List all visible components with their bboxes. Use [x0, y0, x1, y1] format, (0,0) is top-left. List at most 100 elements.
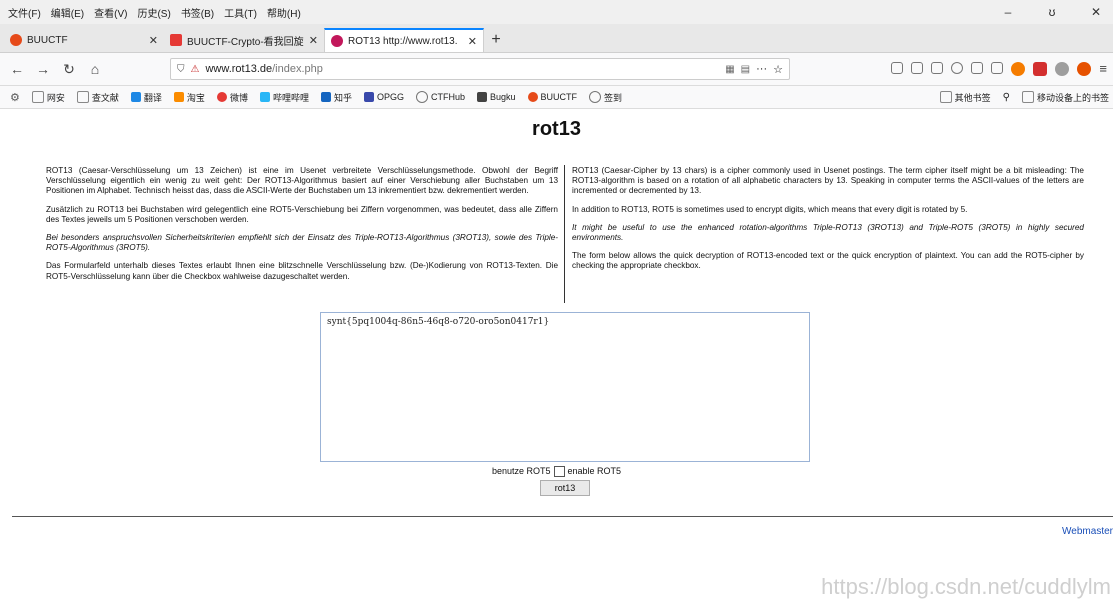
bookmark-item[interactable]: 知乎: [320, 91, 352, 104]
firefox-icon[interactable]: [1077, 62, 1092, 76]
footer-divider: [12, 516, 1113, 517]
bookmark-item[interactable]: 哔哩哔哩: [259, 91, 309, 104]
bookmark-item[interactable]: 翻译: [130, 91, 162, 104]
paragraph: ROT13 (Caesar-Verschlüsselung um 13 Zeic…: [46, 166, 558, 196]
download-icon[interactable]: [891, 62, 904, 74]
restore-button[interactable]: ʊ: [1035, 5, 1069, 19]
shield-icon[interactable]: ⛉: [177, 64, 185, 75]
tab-buuctf[interactable]: BUUCTF ✕: [4, 28, 164, 52]
navigation-bar: ← → ↻ ⌂ ⛉ ⚠ www.rot13.de/index.php ▦ ▤ ·…: [0, 53, 1113, 86]
other-bookmarks[interactable]: 其他书签: [939, 91, 991, 104]
back-icon[interactable]: ←: [6, 61, 28, 77]
tab-title: BUUCTF-Crypto-看我回旋踢: [187, 36, 304, 48]
weibo-icon: [216, 92, 227, 102]
menu-icon[interactable]: ≡: [1099, 62, 1107, 76]
menu-tools[interactable]: 工具(T): [224, 5, 257, 20]
bookmark-item[interactable]: Bugku: [477, 92, 516, 102]
mobile-bookmarks-divider-icon: ⚲: [1002, 91, 1010, 103]
bookmark-item[interactable]: 查文献: [76, 91, 119, 104]
reader-view-icon[interactable]: ▤: [741, 64, 750, 75]
folder-icon: [939, 91, 952, 103]
settings-gear-icon[interactable]: ⚙: [10, 91, 20, 104]
tab-close-icon[interactable]: ✕: [149, 34, 158, 47]
sync-icon[interactable]: [951, 62, 964, 74]
csdn-favicon-icon: [170, 34, 182, 46]
bookmark-label: 微博: [229, 92, 248, 103]
bookmark-label: 签到: [604, 92, 623, 103]
bookmark-label: 查文献: [91, 92, 119, 103]
bookmark-item[interactable]: 淘宝: [173, 91, 205, 104]
folder-icon: [31, 91, 44, 103]
paragraph: The form below allows the quick decrypti…: [572, 251, 1084, 271]
orange-extension-icon[interactable]: [1011, 62, 1026, 76]
bookmarks-bar: ⚙ 网安 查文献 翻译 淘宝 微博 哔哩哔哩 知乎 OPGG CTFHub Bu…: [0, 86, 1113, 109]
url-host: www.rot13.de: [205, 63, 273, 75]
lock-icon[interactable]: ⚠: [191, 64, 200, 75]
menu-view[interactable]: 查看(V): [94, 5, 127, 20]
close-window-button[interactable]: ✕: [1079, 5, 1113, 19]
english-description: ROT13 (Caesar-Cipher by 13 chars) is a c…: [572, 166, 1084, 280]
bookmark-item[interactable]: 微博: [216, 91, 248, 104]
menu-help[interactable]: 帮助(H): [267, 5, 301, 20]
bilibili-icon: [259, 92, 270, 102]
minimize-button[interactable]: –: [991, 5, 1025, 19]
tab-close-icon[interactable]: ✕: [468, 35, 477, 48]
bugku-icon: [477, 92, 488, 102]
bookmark-item[interactable]: CTFHub: [416, 91, 465, 103]
menu-bookmarks[interactable]: 书签(B): [181, 5, 214, 20]
bookmark-label: 网安: [46, 92, 65, 103]
paragraph: ROT13 (Caesar-Cipher by 13 chars) is a c…: [572, 166, 1084, 196]
library-icon[interactable]: [911, 62, 924, 74]
grey-extension-icon[interactable]: [1055, 62, 1070, 76]
paragraph: It might be useful to use the enhanced r…: [572, 222, 1084, 243]
bookmark-item[interactable]: 网安: [31, 91, 65, 104]
screenshot-icon[interactable]: [971, 62, 984, 74]
back-arrow-icon[interactable]: [991, 62, 1004, 74]
bookmark-item[interactable]: 签到: [589, 91, 622, 104]
red-extension-icon[interactable]: [1033, 62, 1048, 76]
page-content: rot13 ROT13 (Caesar-Verschlüsselung um 1…: [0, 110, 1113, 614]
bookmark-label: 淘宝: [186, 92, 205, 103]
page-actions-icon[interactable]: ···: [756, 63, 767, 75]
ctfhub-icon: [416, 91, 428, 103]
forward-icon[interactable]: →: [32, 61, 54, 77]
buuctf-favicon-icon: [10, 34, 22, 46]
rot5-label-en: enable ROT5: [567, 466, 622, 476]
tab-buuctf-crypto[interactable]: BUUCTF-Crypto-看我回旋踢 ✕: [164, 28, 324, 52]
rot13-button[interactable]: rot13: [540, 480, 590, 496]
tab-title: BUUCTF: [27, 34, 68, 46]
globe-icon: [589, 91, 602, 103]
paragraph: Zusätzlich zu ROT13 bei Buchstaben wird …: [46, 204, 558, 224]
tab-bar: BUUCTF ✕ BUUCTF-Crypto-看我回旋踢 ✕ ROT13 htt…: [0, 24, 1113, 53]
menu-file[interactable]: 文件(F): [8, 5, 41, 20]
mobile-bookmarks[interactable]: 移动设备上的书签: [1021, 91, 1113, 104]
menu-bar: 文件(F) 编辑(E) 查看(V) 历史(S) 书签(B) 工具(T) 帮助(H…: [0, 0, 1113, 24]
buuctf-icon: [527, 92, 538, 102]
webmaster-link[interactable]: Webmaster: [1062, 526, 1113, 537]
tab-rot13[interactable]: ROT13 http://www.rot13. ✕: [324, 28, 484, 52]
sidebar-icon[interactable]: [931, 62, 944, 74]
reload-icon[interactable]: ↻: [58, 61, 80, 78]
rot13-text-input[interactable]: synt{5pq1004q-86n5-46q8-o720-oro5on0417r…: [320, 312, 810, 462]
rot5-checkbox[interactable]: [553, 466, 565, 478]
bookmark-label: Bugku: [490, 92, 516, 102]
rot5-label-de: benutze ROT5: [491, 466, 551, 476]
home-icon[interactable]: ⌂: [84, 61, 106, 77]
bookmark-label: 其他书签: [954, 92, 991, 103]
tab-close-icon[interactable]: ✕: [309, 34, 318, 47]
column-divider: [564, 165, 565, 303]
toolbar-icons: ≡: [891, 62, 1113, 76]
url-bar[interactable]: ⛉ ⚠ www.rot13.de/index.php ▦ ▤ ··· ☆: [170, 58, 790, 80]
folder-icon: [1021, 91, 1034, 103]
bookmark-item[interactable]: OPGG: [363, 92, 404, 102]
new-tab-button[interactable]: +: [484, 28, 508, 52]
menu-edit[interactable]: 编辑(E): [51, 5, 84, 20]
page-title: rot13: [532, 118, 581, 140]
paragraph: Das Formularfeld unterhalb dieses Textes…: [46, 261, 558, 281]
bookmark-star-icon[interactable]: ☆: [773, 63, 783, 76]
qr-icon[interactable]: ▦: [725, 64, 734, 75]
rot13-favicon-icon: [331, 35, 343, 47]
bookmark-item[interactable]: BUUCTF: [527, 92, 577, 102]
folder-icon: [76, 91, 89, 103]
menu-history[interactable]: 历史(S): [137, 5, 170, 20]
